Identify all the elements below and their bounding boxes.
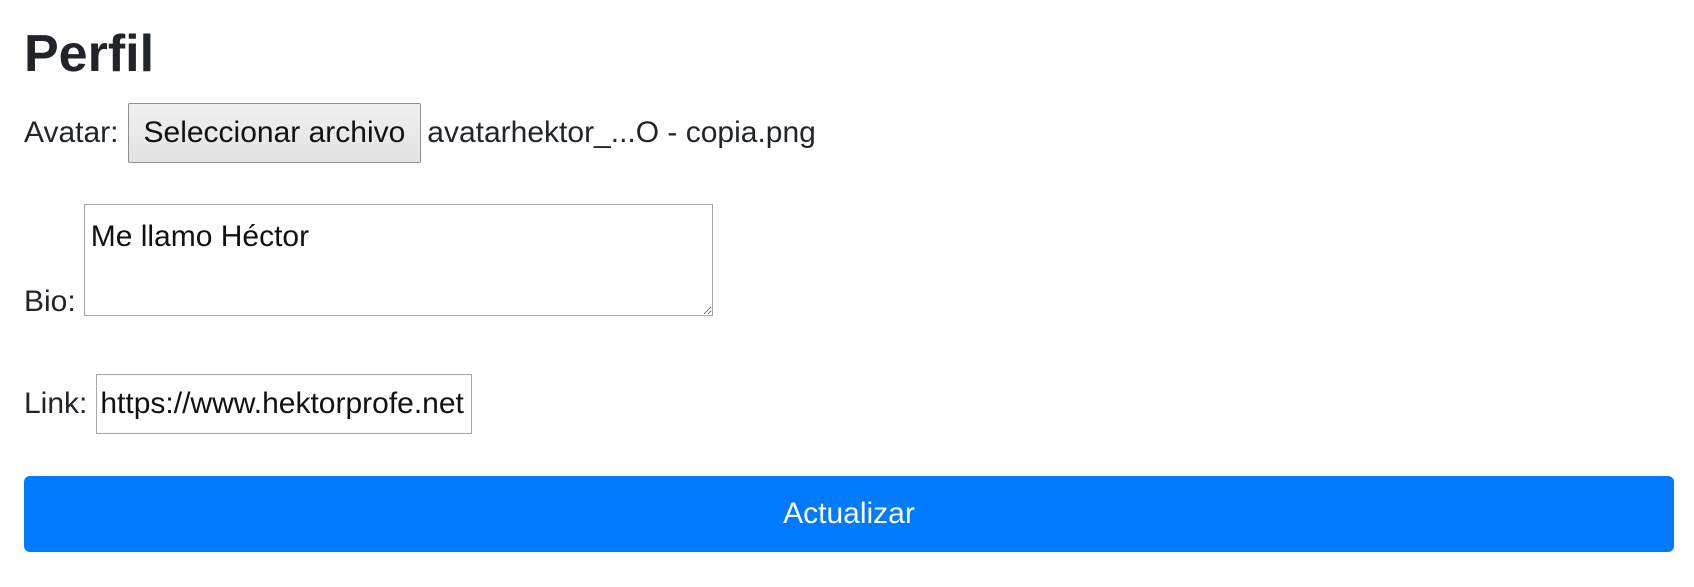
profile-page: Perfil Avatar: Seleccionar archivo avata… — [0, 0, 1694, 587]
avatar-label: Avatar: — [24, 116, 119, 149]
link-row: Link: — [24, 374, 473, 434]
link-label: Link: — [24, 387, 88, 420]
selected-file-name: avatarhektor_...O - copia.png — [427, 116, 816, 149]
avatar-row: Avatar: Seleccionar archivo avatarhektor… — [24, 103, 816, 163]
page-title: Perfil — [24, 25, 155, 83]
select-file-button[interactable]: Seleccionar archivo — [127, 103, 422, 163]
update-button[interactable]: Actualizar — [24, 476, 1674, 552]
bio-row: Bio: Me llamo Héctor — [24, 204, 713, 318]
bio-textarea[interactable]: Me llamo Héctor — [83, 204, 713, 316]
link-input[interactable] — [96, 374, 473, 434]
bio-label: Bio: — [24, 285, 76, 318]
